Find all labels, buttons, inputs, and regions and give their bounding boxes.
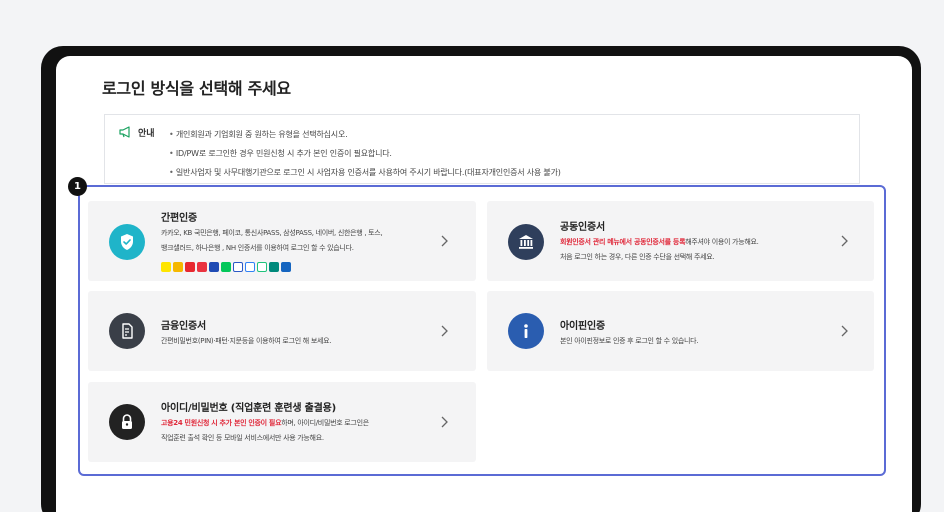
kakao-logo [161,262,171,272]
financial-certificate-card[interactable]: 금융인증서 간편비밀번호(PIN)·패턴·지문등을 이용하여 로그인 해 보세요… [88,291,476,371]
chevron-right-icon [841,235,848,247]
pass-logo [197,262,207,272]
samsung-pass-logo [209,262,219,272]
chevron-right-icon [841,325,848,337]
notice-item: 일반사업자 및 사무대행기관으로 로그인 시 사업자용 인증서를 사용하여 주시… [169,163,561,182]
notice-item: 개인회원과 기업회원 중 원하는 유형을 선택하십시오. [169,125,561,144]
shinhan-logo [233,262,243,272]
chevron-right-icon [441,325,448,337]
id-password-card[interactable]: 아이디/비밀번호 (직업훈련 훈련생 출결용) 고용24 민원신청 시 추가 본… [88,382,476,462]
chevron-right-icon [441,235,448,247]
simple-auth-desc-line2: 뱅크샐러드, 하나은행 , NH 인증서를 이용하여 로그인 할 수 있습니다. [161,244,354,252]
id-password-desc-rest: 하며, 아이디/비밀번호 로그인은 [281,419,369,427]
megaphone-icon [119,126,130,138]
id-password-desc-line1: 고용24 민원신청 시 추가 본인 인증이 필요하며, 아이디/비밀번호 로그인… [161,416,369,431]
financial-certificate-desc: 간편비밀번호(PIN)·패턴·지문등을 이용하여 로그인 해 보세요. [161,337,332,345]
id-password-notice: 고용24 민원신청 시 추가 본인 인증이 필요 [161,419,282,427]
page-title: 로그인 방식을 선택해 주세요 [102,79,291,98]
shield-check-icon [109,224,145,260]
lock-icon [109,404,145,440]
kb-logo [173,262,183,272]
info-icon [508,313,544,349]
financial-certificate-title: 금융인증서 [161,321,206,332]
login-method-screen: 로그인 방식을 선택해 주세요 안내 개인회원과 기업회원 중 원하는 유형을 … [56,56,912,512]
ipin-auth-desc: 본인 아이핀정보로 인증 후 로그인 할 수 있습니다. [560,337,699,345]
joint-certificate-desc-line1: 회원인증서 관리 메뉴에서 공동인증서를 등록해주셔야 이용이 가능해요. [560,235,759,250]
naver-logo [221,262,231,272]
ipin-auth-card[interactable]: 아이핀인증 본인 아이핀정보로 인증 후 로그인 할 수 있습니다. [487,291,874,371]
joint-certificate-card[interactable]: 공동인증서 회원인증서 관리 메뉴에서 공동인증서를 등록해주셔야 이용이 가능… [487,201,874,281]
joint-certificate-title: 공동인증서 [560,222,605,233]
joint-certificate-notice: 회원인증서 관리 메뉴에서 공동인증서를 등록 [560,238,686,246]
notice-label: 안내 [138,129,155,139]
nh-logo [281,262,291,272]
banksalad-logo [257,262,267,272]
id-password-desc-line2: 직업훈련 출석 확인 등 모바일 서비스에서만 사용 가능해요. [161,434,324,442]
notice-box: 안내 개인회원과 기업회원 중 원하는 유형을 선택하십시오. ID/PW로 로… [104,114,860,184]
payco-logo [185,262,195,272]
simple-auth-card[interactable]: 간편인증 카카오, KB 국민은행, 페이코, 통신사PASS, 삼성PASS,… [88,201,476,281]
simple-auth-desc-line1: 카카오, KB 국민은행, 페이코, 통신사PASS, 삼성PASS, 네이버,… [161,229,383,237]
chevron-right-icon [441,416,448,428]
joint-certificate-desc-rest: 해주셔야 이용이 가능해요. [685,238,759,246]
hana-logo [269,262,279,272]
document-certificate-icon [109,313,145,349]
simple-auth-title: 간편인증 [161,213,197,224]
bank-building-icon [508,224,544,260]
id-password-title: 아이디/비밀번호 (직업훈련 훈련생 출결용) [161,403,337,414]
notice-list: 개인회원과 기업회원 중 원하는 유형을 선택하십시오. ID/PW로 로그인한… [169,125,561,182]
toss-logo [245,262,255,272]
ipin-auth-title: 아이핀인증 [560,321,605,332]
joint-certificate-desc-line2: 처음 로그인 하는 경우, 다른 인증 수단을 선택해 주세요. [560,253,715,261]
provider-logos [161,262,291,272]
notice-item: ID/PW로 로그인한 경우 민원신청 시 추가 본인 인증이 필요합니다. [169,144,561,163]
step-badge: 1 [68,177,87,196]
